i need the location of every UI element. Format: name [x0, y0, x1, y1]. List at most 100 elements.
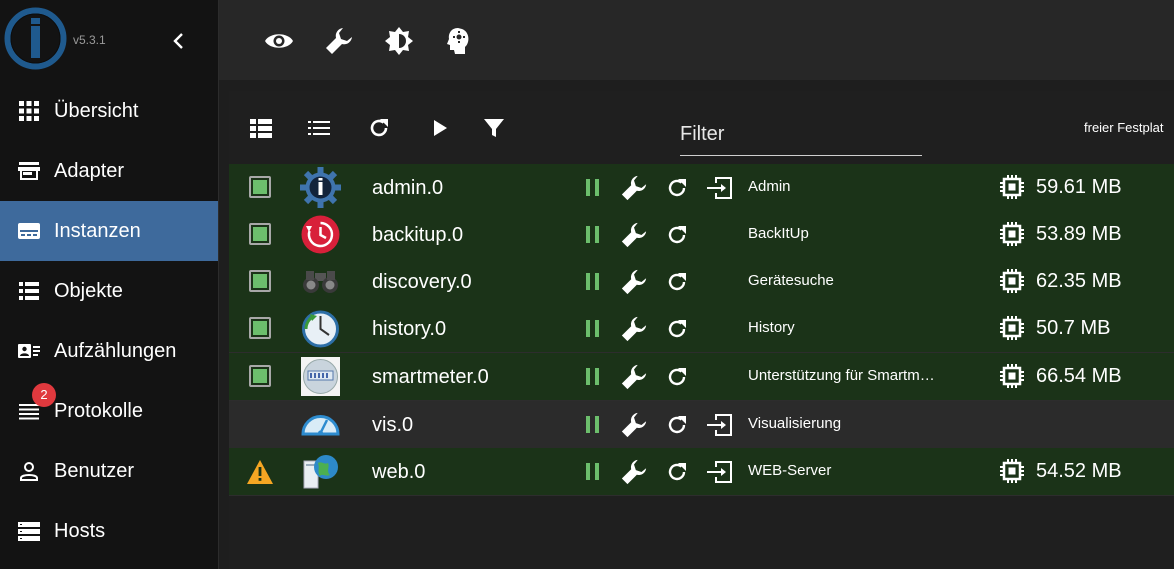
sidebar-divider	[218, 0, 219, 569]
pause-icon[interactable]	[585, 462, 601, 481]
sidebar-item-objekte[interactable]: Objekte	[0, 261, 218, 321]
instance-name: backitup.0	[372, 224, 464, 246]
warning-icon	[247, 460, 273, 484]
restart-icon[interactable]	[665, 460, 689, 484]
version-label: v5.3.1	[73, 33, 106, 47]
wrench-icon[interactable]	[620, 458, 648, 486]
instance-name: web.0	[372, 461, 426, 483]
sidebar-item-aufzaehlungen[interactable]: Aufzählungen	[0, 321, 218, 381]
filter-field[interactable]	[680, 117, 922, 156]
filter-button[interactable]	[481, 115, 507, 141]
history-adapter-icon	[302, 310, 339, 348]
instance-title: Admin	[748, 178, 791, 195]
wrench-icon[interactable]	[620, 315, 648, 343]
enabled-checkbox[interactable]	[249, 176, 271, 198]
sidebar-item-uebersicht[interactable]: Übersicht	[0, 81, 218, 141]
sidebar-item-instanzen[interactable]: Instanzen	[0, 201, 218, 261]
restart-icon[interactable]	[665, 270, 689, 294]
memory-value: 53.89 MB	[1036, 223, 1122, 245]
restart-icon[interactable]	[665, 365, 689, 389]
eye-icon[interactable]	[264, 26, 294, 56]
restart-icon[interactable]	[665, 223, 689, 247]
list-view-button[interactable]	[306, 115, 332, 141]
memory-value: 66.54 MB	[1036, 365, 1122, 387]
top-bar	[219, 0, 1174, 80]
binoculars-icon	[303, 271, 338, 293]
sidebar-item-adapter[interactable]: Adapter	[0, 141, 218, 201]
sidebar-item-label: Hosts	[54, 520, 106, 542]
smartmeter-adapter-icon	[301, 357, 340, 396]
wrench-icon[interactable]	[324, 26, 354, 56]
admin-adapter-icon	[300, 167, 341, 208]
hosts-icon	[18, 522, 40, 541]
pause-icon[interactable]	[585, 367, 601, 386]
restart-icon[interactable]	[665, 413, 689, 437]
enabled-checkbox[interactable]	[249, 365, 271, 387]
instance-title: Unterstützung für Smartm…	[748, 367, 935, 384]
wrench-icon[interactable]	[620, 221, 648, 249]
instance-name: admin.0	[372, 177, 444, 199]
pause-icon[interactable]	[585, 178, 601, 197]
wrench-icon[interactable]	[620, 411, 648, 439]
restart-icon[interactable]	[665, 176, 689, 200]
play-button[interactable]	[427, 115, 453, 141]
memory-value: 54.52 MB	[1036, 460, 1122, 482]
enabled-checkbox[interactable]	[249, 317, 271, 339]
instance-title: WEB-Server	[748, 462, 832, 479]
instance-name: history.0	[372, 318, 447, 340]
notification-badge: 2	[32, 383, 56, 407]
user-icon	[20, 462, 38, 481]
sidebar-item-label: Benutzer	[54, 460, 135, 482]
pause-icon[interactable]	[585, 272, 601, 291]
instances-icon	[18, 223, 40, 239]
sidebar: v5.3.1 Übersicht Adapter Instanzen Objek…	[0, 0, 218, 569]
pause-icon[interactable]	[585, 415, 601, 434]
web-server-icon	[303, 455, 338, 489]
instance-row-smartmeter: smartmeter.0 Unterstützung für Smartm… 6…	[229, 353, 1174, 401]
open-url-icon[interactable]	[705, 175, 735, 201]
pause-icon[interactable]	[585, 319, 601, 338]
instance-title: Visualisierung	[748, 415, 842, 432]
filter-input[interactable]	[680, 117, 920, 146]
sidebar-item-label: Aufzählungen	[54, 340, 177, 362]
instance-title: BackItUp	[748, 225, 809, 242]
wrench-icon[interactable]	[620, 174, 648, 202]
restart-icon[interactable]	[665, 317, 689, 341]
sidebar-item-label: Übersicht	[54, 100, 139, 122]
list-view-icon	[308, 121, 330, 135]
iobroker-logo	[4, 7, 67, 70]
memory-value: 59.61 MB	[1036, 176, 1122, 198]
pause-icon[interactable]	[585, 225, 601, 244]
wrench-icon[interactable]	[620, 268, 648, 296]
open-url-icon[interactable]	[705, 412, 735, 438]
memory-value: 62.35 MB	[1036, 270, 1122, 292]
sidebar-item-benutzer[interactable]: Benutzer	[0, 441, 218, 501]
refresh-button[interactable]	[366, 115, 392, 141]
memory-value: 50.7 MB	[1036, 317, 1111, 339]
table-view-button[interactable]	[248, 115, 274, 141]
instance-row-discovery: discovery.0 Gerätesuche 62.35 MB	[229, 258, 1174, 306]
sidebar-item-hosts[interactable]: Hosts	[0, 501, 218, 561]
enabled-checkbox[interactable]	[249, 223, 271, 245]
memory-chip-icon	[1000, 222, 1024, 246]
sidebar-item-label: Instanzen	[54, 220, 141, 242]
open-url-icon[interactable]	[705, 459, 735, 485]
free-disk-label: freier Festplat	[1084, 120, 1164, 135]
expert-mode-icon[interactable]	[444, 26, 474, 56]
instance-name: discovery.0	[372, 271, 472, 293]
memory-chip-icon	[1000, 269, 1024, 293]
play-icon	[434, 120, 447, 136]
sidebar-item-label: Objekte	[54, 280, 123, 302]
refresh-icon	[370, 119, 388, 137]
instance-row-admin: admin.0 Admin 59.61 MB	[229, 164, 1174, 212]
wrench-icon[interactable]	[620, 363, 648, 391]
theme-icon[interactable]	[384, 26, 414, 56]
enabled-checkbox[interactable]	[249, 270, 271, 292]
list-icon	[19, 282, 39, 300]
memory-chip-icon	[1000, 364, 1024, 388]
memory-chip-icon	[1000, 175, 1024, 199]
grid-icon	[19, 101, 39, 121]
chevron-left-icon[interactable]	[168, 30, 190, 52]
instance-title: History	[748, 319, 795, 336]
instance-name: smartmeter.0	[372, 366, 489, 388]
